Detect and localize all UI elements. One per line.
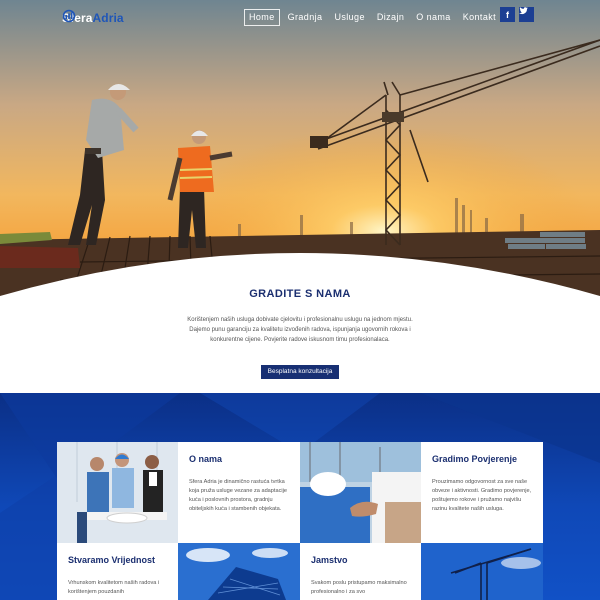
card-stvaramo-vrijednost: Stvaramo Vrijednost Vrhunskom kvalitetom… — [57, 543, 178, 600]
card-text: Prouzimamo odgovornost za sve naše obvez… — [432, 479, 532, 512]
nav-gradnja[interactable]: Gradnja — [284, 9, 327, 26]
facebook-button[interactable]: f — [500, 7, 515, 22]
sphere-logo-icon — [62, 9, 76, 23]
card-text: Vrhunskom kvalitetom naših radova i kori… — [68, 580, 160, 595]
glass-building-photo — [178, 543, 300, 600]
nav-kontakt[interactable]: Kontakt — [459, 9, 500, 26]
logo-text-part2: Adria — [92, 11, 124, 25]
main-menu: Home Gradnja Usluge Dizajn O nama Kontak… — [244, 9, 504, 26]
twitter-button[interactable]: t — [519, 7, 534, 22]
nav-home[interactable]: Home — [244, 9, 280, 26]
feature-grid: O nama Sfera Adria je dinamično rastuća … — [57, 442, 543, 600]
nav-usluge[interactable]: Usluge — [330, 9, 368, 26]
handshake-photo — [300, 442, 421, 543]
nav-dizajn[interactable]: Dizajn — [373, 9, 408, 26]
crane-sky-photo — [421, 543, 543, 600]
card-o-nama: O nama Sfera Adria je dinamično rastuća … — [178, 442, 300, 543]
card-title: Gradimo Povjerenje — [432, 454, 518, 464]
logo[interactable]: SferaAdria — [62, 9, 124, 27]
card-title: Jamstvo — [311, 555, 348, 565]
card-jamstvo: Jamstvo Svakom poslu pristupamo maksimal… — [300, 543, 421, 600]
intro-paragraph: Korištenjem naših usluga dobivate cjelov… — [187, 317, 413, 343]
facebook-icon: f — [506, 9, 509, 20]
card-text: Svakom poslu pristupamo maksimalno profe… — [311, 580, 407, 595]
card-gradimo-povjerenje: Gradimo Povjerenje Prouzimamo odgovornos… — [421, 442, 543, 543]
nav-o-nama[interactable]: O nama — [412, 9, 454, 26]
hero-construction-image — [0, 0, 600, 300]
card-title: Stvaramo Vrijednost — [68, 555, 156, 565]
free-consultation-button[interactable]: Besplatna konzultacija — [261, 365, 339, 379]
card-title: O nama — [189, 454, 223, 464]
top-navigation: SferaAdria Home Gradnja Usluge Dizajn O … — [0, 0, 600, 36]
twitter-icon — [519, 7, 528, 15]
team-meeting-photo — [57, 442, 178, 543]
hero-banner: SferaAdria Home Gradnja Usluge Dizajn O … — [0, 0, 600, 300]
section-title: GRADITE S NAMA — [249, 288, 351, 300]
card-text: Sfera Adria je dinamično rastuća tvrtka … — [189, 479, 287, 512]
